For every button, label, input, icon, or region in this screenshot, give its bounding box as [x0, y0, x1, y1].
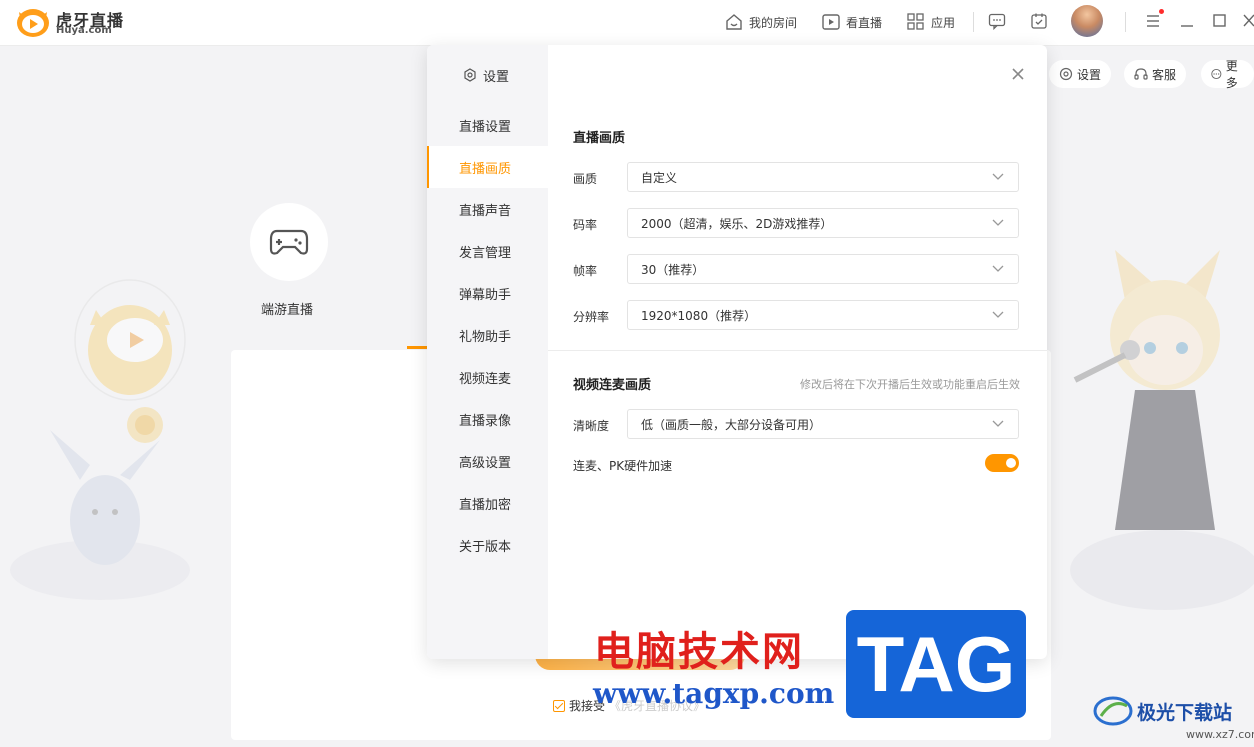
my-room-button[interactable]: 我的房间: [724, 11, 797, 33]
chevron-down-icon: [992, 420, 1004, 427]
quality-section-title: 直播画质: [573, 131, 626, 146]
sidebar-item-live-sound[interactable]: 直播声音: [427, 188, 548, 230]
watch-live-label: 看直播: [846, 15, 883, 30]
more-button[interactable]: 更多: [1201, 59, 1254, 90]
close-window-icon[interactable]: [1243, 14, 1254, 27]
coin-illustration: [127, 407, 163, 443]
tiger-mascot-illustration: [74, 279, 186, 401]
framerate-label: 帧率: [573, 264, 598, 278]
quality-label: 画质: [573, 172, 598, 186]
my-room-label: 我的房间: [749, 15, 798, 30]
more-dots-icon: [1211, 68, 1222, 80]
quality-select[interactable]: 自定义: [627, 162, 1019, 192]
clarity-select[interactable]: 低（画质一般，大部分设备可用）: [627, 409, 1019, 439]
settings-pill-button[interactable]: 设置: [1049, 60, 1112, 88]
agreement-checkbox[interactable]: [553, 699, 565, 712]
resolution-value: 1920*1080（推荐）: [641, 308, 757, 323]
more-label: 更多: [1225, 59, 1238, 90]
watch-live-button[interactable]: 看直播: [821, 11, 882, 33]
sidebar-item-speech-management[interactable]: 发言管理: [427, 230, 548, 272]
headset-icon: [1134, 68, 1148, 80]
divider: [1125, 12, 1126, 32]
bunny-mascot-illustration: [10, 430, 190, 600]
apps-grid-icon: [907, 13, 924, 30]
pc-game-live-label: 端游直播: [261, 303, 314, 318]
home-icon: [726, 14, 742, 30]
link-section-title: 视频连麦画质: [573, 378, 652, 393]
hw-accel-toggle[interactable]: [985, 454, 1019, 472]
clarity-label: 清晰度: [573, 419, 610, 433]
apps-label: 应用: [931, 15, 956, 30]
settings-content: 直播画质 画质 自定义 码率 2000（超清，娱乐、2D游戏推荐） 帧率 30（…: [548, 45, 1047, 659]
settings-dialog: 设置 直播设置 直播画质 直播声音 发言管理 弹幕助手 礼物助手 视频连麦 直播…: [427, 45, 1047, 659]
settings-pill-label: 设置: [1077, 67, 1102, 82]
sidebar-item-advanced-settings[interactable]: 高级设置: [427, 440, 548, 482]
title-bar: 虎牙直播 Huya.com 我的房间 看直播 应用: [0, 0, 1254, 46]
app-domain: Huya.com: [56, 25, 112, 36]
divider: [973, 12, 974, 32]
watermark-cn-text: 电脑技术网: [594, 629, 804, 675]
sidebar-item-live-settings[interactable]: 直播设置: [427, 104, 548, 146]
bitrate-select[interactable]: 2000（超清，娱乐、2D游戏推荐）: [627, 208, 1019, 238]
section-divider: [548, 350, 1047, 351]
jiguang-logo-icon: [1093, 696, 1133, 726]
watermark-jiguang-text: 极光下载站: [1137, 701, 1233, 724]
settings-header-label: 设置: [483, 69, 510, 85]
gear-icon: [464, 68, 476, 82]
message-icon[interactable]: [988, 12, 1006, 30]
chevron-down-icon: [992, 219, 1004, 226]
sidebar-item-about-version[interactable]: 关于版本: [427, 524, 548, 566]
watermark-tag-logo: TAG: [846, 610, 1026, 718]
sidebar-item-live-encryption[interactable]: 直播加密: [427, 482, 548, 524]
catgirl-illustration: [1070, 250, 1254, 610]
watermark-jiguang-url: www.xz7.com: [1186, 728, 1254, 741]
bitrate-value: 2000（超清，娱乐、2D游戏推荐）: [641, 216, 833, 231]
resolution-label: 分辨率: [573, 310, 610, 324]
customer-service-label: 客服: [1152, 67, 1177, 82]
pc-game-live-button[interactable]: [250, 203, 328, 281]
gamepad-icon: [269, 229, 309, 255]
clarity-value: 低（画质一般，大部分设备可用）: [641, 417, 822, 432]
watermark-url-text: www.tagxp.com: [593, 677, 835, 710]
sidebar-item-live-quality[interactable]: 直播画质: [427, 146, 548, 188]
huya-logo-icon: [17, 9, 49, 37]
chevron-down-icon: [992, 265, 1004, 272]
menu-icon[interactable]: [1145, 13, 1161, 29]
notification-dot: [1159, 9, 1164, 14]
link-section-hint: 修改后将在下次开播后生效或功能重启后生效: [800, 378, 1020, 391]
user-avatar[interactable]: [1071, 5, 1103, 37]
settings-header: 设置: [463, 65, 509, 85]
bitrate-label: 码率: [573, 218, 598, 232]
apps-button[interactable]: 应用: [906, 11, 955, 33]
framerate-value: 30（推荐）: [641, 262, 705, 277]
watermark-jiguang: 极光下载站: [1093, 694, 1232, 728]
chevron-down-icon: [992, 311, 1004, 318]
sidebar-item-live-recording[interactable]: 直播录像: [427, 398, 548, 440]
play-icon: [822, 14, 840, 30]
quality-value: 自定义: [641, 170, 678, 185]
maximize-icon[interactable]: [1213, 14, 1226, 27]
calendar-icon[interactable]: [1030, 12, 1048, 30]
sidebar-item-video-link[interactable]: 视频连麦: [427, 356, 548, 398]
settings-sidebar: 设置 直播设置 直播画质 直播声音 发言管理 弹幕助手 礼物助手 视频连麦 直播…: [427, 45, 548, 659]
hw-accel-label: 连麦、PK硬件加速: [573, 459, 673, 473]
resolution-select[interactable]: 1920*1080（推荐）: [627, 300, 1019, 330]
sidebar-item-danmaku-assistant[interactable]: 弹幕助手: [427, 272, 548, 314]
sidebar-item-gift-assistant[interactable]: 礼物助手: [427, 314, 548, 356]
customer-service-button[interactable]: 客服: [1124, 60, 1187, 88]
chevron-down-icon: [992, 173, 1004, 180]
gear-icon: [1059, 67, 1073, 81]
framerate-select[interactable]: 30（推荐）: [627, 254, 1019, 284]
minimize-icon[interactable]: [1180, 14, 1194, 28]
